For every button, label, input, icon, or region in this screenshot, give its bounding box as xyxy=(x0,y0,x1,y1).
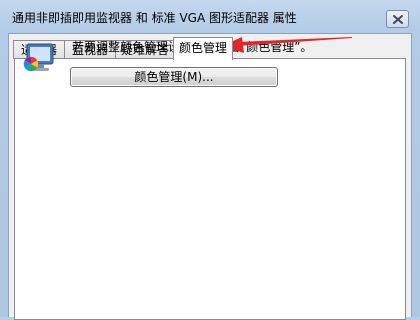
tab-strip: 适配器 监视器 疑难解答 颜色管理 xyxy=(9,37,411,60)
close-icon xyxy=(393,15,403,24)
tab-panel-color-management xyxy=(14,58,406,320)
color-monitor-icon xyxy=(23,43,54,72)
color-management-button[interactable]: 颜色管理(M)... xyxy=(70,67,278,87)
properties-window: 通用非即插即用监视器 和 标准 VGA 图形适配器 属性 适配器 监视器 疑难解… xyxy=(0,0,420,320)
tab-color-management[interactable]: 颜色管理 xyxy=(173,37,233,60)
close-button[interactable] xyxy=(386,10,409,28)
window-title: 通用非即插即用监视器 和 标准 VGA 图形适配器 属性 xyxy=(12,11,297,25)
